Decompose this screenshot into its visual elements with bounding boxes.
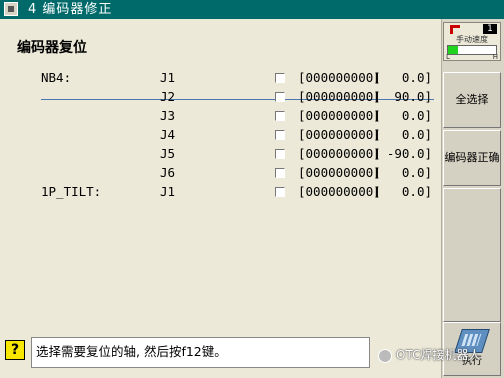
axis-checkbox[interactable] — [275, 187, 285, 197]
speed-level: 1 — [483, 24, 497, 34]
speed-high-label: H — [492, 53, 498, 61]
axis-group-label: 1P_TILT: — [41, 184, 102, 199]
axis-row: J5 [000000000][-90.0] — [0, 144, 441, 163]
status-message: 选择需要复位的轴, 然后按f12键。 — [36, 344, 227, 359]
axis-name: J1 — [160, 184, 176, 199]
wechat-icon — [378, 348, 392, 363]
axis-angle: 90.0] — [394, 89, 432, 104]
title-bar: 4 编码器修正 — [0, 0, 504, 19]
axis-row: J3 [000000000][0.0] — [0, 106, 441, 125]
axis-checkbox[interactable] — [275, 149, 285, 159]
encoder-counter: [000000000] — [298, 184, 381, 199]
encoder-counter: [000000000] — [298, 70, 381, 85]
empty-function-button[interactable] — [443, 188, 501, 322]
speed-low-label: L — [446, 53, 450, 61]
encoder-counter: [000000000] — [298, 89, 381, 104]
encoder-panel: 编码器复位 NB4: J1 [000000000][0.0] J2 [000000000… — [0, 19, 441, 333]
axis-row: J2 [000000000][90.0] — [0, 87, 441, 106]
encoder-counter: [000000000] — [298, 165, 381, 180]
axis-checkbox[interactable] — [275, 168, 285, 178]
robot-arm-icon — [450, 25, 460, 34]
axis-name: J1 — [160, 70, 176, 85]
manual-speed-indicator: 1 手动速度 L H — [443, 22, 501, 61]
encoder-counter: [000000000] — [298, 108, 381, 123]
select-all-button[interactable]: 全选择 — [443, 72, 501, 128]
encoder-correct-button[interactable]: 编码器正确 — [443, 130, 501, 186]
axis-group-label: NB4: — [41, 70, 72, 85]
section-title: 编码器复位 — [17, 40, 87, 56]
axis-angle: 0.0] — [401, 70, 432, 85]
axis-name: J4 — [160, 127, 176, 142]
encoder-counter: [000000000] — [298, 127, 381, 142]
axis-angle: 0.0] — [401, 165, 432, 180]
axis-checkbox[interactable] — [275, 73, 285, 83]
speed-bar — [447, 45, 497, 55]
axis-row: J4 [000000000][0.0] — [0, 125, 441, 144]
watermark: OTC焊接机器人 — [378, 346, 480, 363]
axis-angle: 0.0] — [401, 108, 432, 123]
axis-checkbox[interactable] — [275, 130, 285, 140]
watermark-text: OTC焊接机器人 — [396, 348, 481, 362]
axis-name: J6 — [160, 165, 176, 180]
axis-name: J5 — [160, 146, 176, 161]
axis-name: J2 — [160, 89, 176, 104]
axis-angle: 0.0] — [401, 184, 432, 199]
axis-angle: -90.0] — [386, 146, 432, 161]
axis-angle: 0.0] — [401, 127, 432, 142]
axis-row: 1P_TILT: J1 [000000000][0.0] — [0, 182, 441, 201]
encoder-counter: [000000000] — [298, 146, 381, 161]
axis-name: J3 — [160, 108, 176, 123]
speed-label: 手动速度 — [456, 35, 488, 44]
axis-checkbox[interactable] — [275, 111, 285, 121]
window-menu-icon[interactable] — [4, 2, 18, 16]
help-icon[interactable]: ? — [5, 340, 25, 360]
window-title: 4 编码器修正 — [28, 2, 113, 17]
axis-row: NB4: J1 [000000000][0.0] — [0, 68, 441, 87]
axis-row: J6 [000000000][0.0] — [0, 163, 441, 182]
axis-checkbox[interactable] — [275, 92, 285, 102]
status-message-box: 选择需要复位的轴, 然后按f12键。 — [31, 337, 370, 368]
